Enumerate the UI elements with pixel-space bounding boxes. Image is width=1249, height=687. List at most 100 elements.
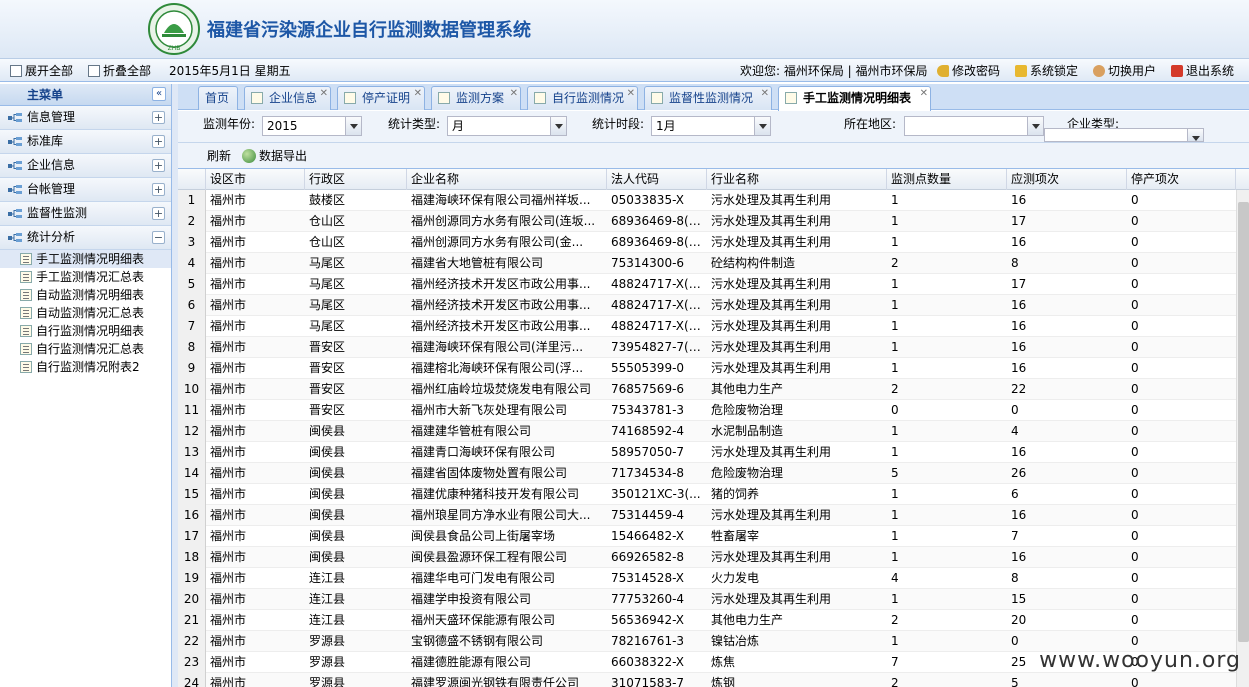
close-icon[interactable]: ✕: [761, 83, 769, 105]
table-cell: 福建罗源闽光钢铁有限责任公司: [411, 676, 580, 687]
close-icon[interactable]: ✕: [414, 83, 422, 105]
export-button[interactable]: 数据导出: [242, 147, 307, 164]
table-row[interactable]: 24 福州市 罗源县 福建罗源闽光钢铁有限责任公司 31071583-7 炼钢 2 5 0: [178, 673, 1236, 687]
close-icon[interactable]: ✕: [320, 83, 328, 105]
sidebar-item[interactable]: 自行监测情况附表2: [0, 358, 171, 376]
logout-button[interactable]: 退出系统: [1171, 62, 1234, 80]
sidebar-item-label: 自动监测情况明细表: [36, 288, 145, 302]
change-password-button[interactable]: 修改密码: [937, 62, 1000, 80]
table-row[interactable]: 21 福州市 连江县 福州天盛环保能源有限公司 56536942-X 其他电力生产 2 20 0: [178, 610, 1236, 631]
table-row[interactable]: 8 福州市 晋安区 福建海峡环保有限公司(洋里污... 73954827-7(00) 污水…: [178, 337, 1236, 358]
close-icon[interactable]: ✕: [627, 83, 635, 105]
sidebar-group[interactable]: 监督性监测 +: [0, 202, 171, 226]
table-row[interactable]: 10 福州市 晋安区 福州红庙岭垃圾焚烧发电有限公司 76857569-6 其他电力生产 2…: [178, 379, 1236, 400]
enterprise-type-select[interactable]: [1044, 128, 1204, 142]
table-row[interactable]: 2 福州市 仓山区 福州创源同方水务有限公司(连坂... 68936469-8(01) 污…: [178, 211, 1236, 232]
close-icon[interactable]: ✕: [920, 83, 928, 105]
tab[interactable]: 监督性监测情况 ✕: [644, 86, 772, 110]
table-cell: 污水处理及其再生利用: [711, 550, 832, 564]
table-cell: 福州市: [210, 193, 247, 207]
table-row[interactable]: 15 福州市 闽侯县 福建优康种猪科技开发有限公司 350121XC-3(... 猪的饲养…: [178, 484, 1236, 505]
column-header[interactable]: 设区市: [206, 169, 305, 190]
row-number: 2: [178, 211, 206, 232]
column-header[interactable]: 行政区: [305, 169, 407, 190]
table-cell: 66038322-X: [611, 655, 685, 669]
sidebar-group[interactable]: 标准库 +: [0, 130, 171, 154]
column-header[interactable]: 停产项次: [1127, 169, 1236, 190]
sidebar-item[interactable]: 自行监测情况明细表: [0, 322, 171, 340]
region-select[interactable]: [904, 116, 1044, 136]
table-row[interactable]: 1 福州市 鼓楼区 福建海峡环保有限公司福州祥坂... 05033835-X 污水处理及其…: [178, 190, 1236, 211]
table-row[interactable]: 13 福州市 闽侯县 福建青口海峡环保有限公司 58957050-7 污水处理及其再生利用…: [178, 442, 1236, 463]
vertical-scrollbar[interactable]: [1236, 190, 1249, 687]
expand-toggle-icon[interactable]: +: [152, 111, 165, 124]
sidebar-item[interactable]: 手工监测情况汇总表: [0, 268, 171, 286]
expand-toggle-icon[interactable]: +: [152, 159, 165, 172]
sidebar-group[interactable]: 台帐管理 +: [0, 178, 171, 202]
tab[interactable]: 监测方案 ✕: [431, 86, 521, 110]
sidebar-group[interactable]: 统计分析 −: [0, 226, 171, 250]
tab[interactable]: 手工监测情况明细表 ✕: [778, 86, 931, 111]
table-row[interactable]: 4 福州市 马尾区 福建省大地管桩有限公司 75314300-6 砼结构构件制造 2 8 0: [178, 253, 1236, 274]
table-cell: 福州市: [210, 361, 247, 375]
expand-toggle-icon[interactable]: +: [152, 183, 165, 196]
tab[interactable]: 企业信息 ✕: [244, 86, 331, 110]
sidebar-item[interactable]: 自动监测情况汇总表: [0, 304, 171, 322]
sidebar-item[interactable]: 自行监测情况汇总表: [0, 340, 171, 358]
table-row[interactable]: 17 福州市 闽侯县 闽侯县食品公司上街屠宰场 15466482-X 牲畜屠宰 1 7 0: [178, 526, 1236, 547]
expand-toggle-icon[interactable]: +: [152, 207, 165, 220]
table-row[interactable]: 3 福州市 仓山区 福州创源同方水务有限公司(金... 68936469-8(00) 污水…: [178, 232, 1236, 253]
collapse-all-button[interactable]: 折叠全部: [88, 62, 151, 80]
sidebar-item[interactable]: 自动监测情况明细表: [0, 286, 171, 304]
chevron-down-icon: [754, 117, 770, 135]
tab[interactable]: 停产证明 ✕: [337, 86, 425, 110]
table-row[interactable]: 5 福州市 马尾区 福州经济技术开发区市政公用事... 48824717-X(02) 污水…: [178, 274, 1236, 295]
sidebar-group[interactable]: 信息管理 +: [0, 106, 171, 130]
table-row[interactable]: 14 福州市 闽侯县 福建省固体废物处置有限公司 71734534-8 危险废物治理 5 26…: [178, 463, 1236, 484]
table-row[interactable]: 16 福州市 闽侯县 福州琅星同方净水业有限公司大... 75314459-4 污水处理及…: [178, 505, 1236, 526]
lock-button[interactable]: 系统锁定: [1015, 62, 1078, 80]
table-cell: 福建华电可门发电有限公司: [411, 571, 556, 585]
sidebar-item[interactable]: 手工监测情况明细表: [0, 250, 171, 268]
table-row[interactable]: 18 福州市 闽侯县 闽侯县盈源环保工程有限公司 66926582-8 污水处理及其再生利…: [178, 547, 1236, 568]
expand-toggle-icon[interactable]: −: [152, 231, 165, 244]
table-cell: 0: [1131, 487, 1139, 501]
refresh-button[interactable]: 刷新: [207, 147, 231, 164]
table-row[interactable]: 19 福州市 连江县 福建华电可门发电有限公司 75314528-X 火力发电 4 8 0: [178, 568, 1236, 589]
column-header[interactable]: 应测项次: [1007, 169, 1127, 190]
table-row[interactable]: 6 福州市 马尾区 福州经济技术开发区市政公用事... 48824717-X(00) 污水…: [178, 295, 1236, 316]
table-cell: 350121XC-3(...: [611, 487, 701, 501]
table-cell: 福建学申投资有限公司: [411, 592, 532, 606]
table-cell: 罗源县: [309, 655, 346, 669]
collapse-icon: [88, 65, 100, 77]
year-select[interactable]: 2015: [262, 116, 362, 136]
table-cell: 水泥制品制造: [711, 424, 784, 438]
switch-user-button[interactable]: 切换用户: [1093, 62, 1156, 80]
sidebar-group-label: 台帐管理: [27, 182, 76, 196]
period-select[interactable]: 1月: [651, 116, 771, 136]
stat-type-select[interactable]: 月: [447, 116, 567, 136]
table-cell: 福州市: [210, 529, 247, 543]
table-row[interactable]: 20 福州市 连江县 福建学申投资有限公司 77753260-4 污水处理及其再生利用 1 1…: [178, 589, 1236, 610]
tab[interactable]: 首页: [198, 86, 238, 110]
close-icon[interactable]: ✕: [510, 83, 518, 105]
column-header[interactable]: 企业名称: [407, 169, 607, 190]
table-row[interactable]: 11 福州市 晋安区 福州市大新飞灰处理有限公司 75343781-3 危险废物治理 0 0 0: [178, 400, 1236, 421]
table-row[interactable]: 12 福州市 闽侯县 福建建华管桩有限公司 74168592-4 水泥制品制造 1 4 0: [178, 421, 1236, 442]
expand-toggle-icon[interactable]: +: [152, 135, 165, 148]
sidebar-group[interactable]: 企业信息 +: [0, 154, 171, 178]
column-header[interactable]: 法人代码: [607, 169, 707, 190]
column-header[interactable]: 行业名称: [707, 169, 887, 190]
table-cell: 其他电力生产: [711, 382, 784, 396]
table-cell: 污水处理及其再生利用: [711, 277, 832, 291]
table-cell: 福州市: [210, 466, 247, 480]
year-label: 监测年份:: [203, 117, 256, 131]
scrollbar-thumb[interactable]: [1238, 202, 1249, 642]
expand-all-button[interactable]: 展开全部: [10, 62, 73, 80]
table-row[interactable]: 9 福州市 晋安区 福建榕北海峡环保有限公司(浮... 55505399-0 污水处理及其…: [178, 358, 1236, 379]
tab[interactable]: 自行监测情况 ✕: [527, 86, 638, 110]
table-row[interactable]: 7 福州市 马尾区 福州经济技术开发区市政公用事... 48824717-X(01) 污水…: [178, 316, 1236, 337]
sidebar-collapse-icon[interactable]: «: [152, 87, 166, 101]
table-cell: 2: [891, 382, 899, 396]
column-header[interactable]: 监测点数量: [887, 169, 1007, 190]
